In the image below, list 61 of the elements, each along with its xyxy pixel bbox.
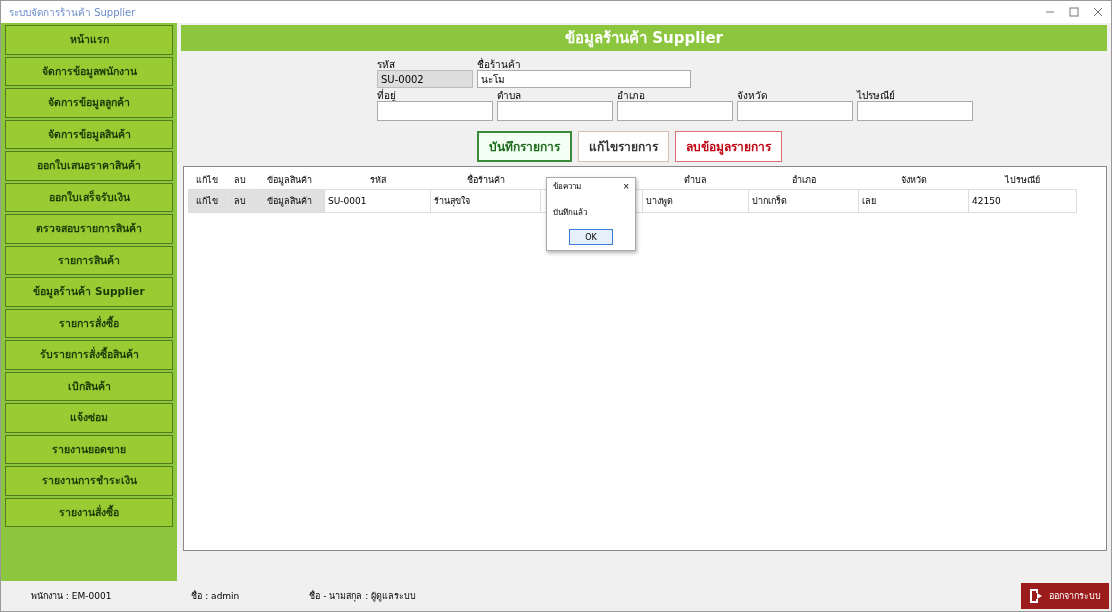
code-field: SU-0002 — [377, 70, 473, 88]
sidebar-item[interactable]: รายการสินค้า — [5, 245, 173, 275]
field-label: ชื่อร้านค้า — [477, 57, 522, 70]
input-field[interactable] — [377, 101, 493, 121]
action-button[interactable]: แก้ไขรายการ — [578, 131, 669, 162]
field-label: จังหวัด — [737, 89, 768, 101]
sidebar-item[interactable]: เบิกสินค้า — [5, 371, 173, 401]
field-label: ตำบล — [497, 89, 522, 101]
sidebar-item[interactable]: รายงานการชำระเงิน — [5, 466, 173, 496]
input-field[interactable]: นะโม — [477, 70, 691, 88]
table-cell: ปากเกร็ด — [748, 189, 859, 213]
maximize-icon[interactable] — [1069, 7, 1079, 17]
logout-button[interactable]: ออกจากระบบ — [1021, 583, 1109, 609]
table-cell: บางพูด — [642, 189, 749, 213]
field-label: รหัส — [377, 58, 396, 70]
input-field[interactable] — [857, 101, 973, 121]
sidebar-item[interactable]: ออกใบเสร็จรับเงิน — [5, 182, 173, 212]
action-button[interactable]: บันทึกรายการ — [477, 131, 572, 162]
sidebar-item[interactable]: รายงานยอดขาย — [5, 434, 173, 464]
table-cell: เลย — [858, 189, 969, 213]
ok-button[interactable]: OK — [569, 229, 613, 245]
field-label: อำเภอ — [617, 89, 646, 101]
page-title: ข้อมูลร้านค้า Supplier — [564, 28, 723, 50]
field-label: ไปรษณีย์ — [857, 89, 896, 101]
dialog-message: บันทึกแล้ว — [553, 207, 587, 219]
sidebar-item[interactable]: ออกใบเสนอราคาสินค้า — [5, 151, 173, 181]
exit-icon — [1029, 588, 1043, 604]
user-name: ชื่อ : admin — [191, 589, 240, 603]
sidebar-item[interactable]: จัดการข้อมูลพนักงาน — [5, 56, 173, 86]
column-header: ไปรษณีย์ — [968, 171, 1077, 190]
employee-id: พนักงาน : EM-0001 — [31, 590, 112, 603]
field-label: ที่อยู่ — [377, 88, 397, 101]
table-cell: SU-0001 — [324, 189, 431, 213]
column-header: ชื่อร้านค้า — [430, 171, 541, 190]
sidebar-item[interactable]: รายงานสั่งซื้อ — [5, 497, 173, 527]
sidebar-item[interactable]: หน้าแรก — [5, 25, 173, 55]
column-header: แก้ไข — [188, 171, 225, 190]
input-field[interactable] — [497, 101, 613, 121]
column-header: จังหวัด — [858, 171, 969, 190]
full-name: ชื่อ - นามสกุล : ผู้ดูแลระบบ — [309, 589, 417, 603]
input-field[interactable] — [617, 101, 733, 121]
column-header: ลบ — [224, 171, 255, 190]
sidebar-item[interactable]: ข้อมูลร้านค้า Supplier — [5, 277, 173, 307]
close-icon[interactable] — [1093, 7, 1103, 17]
sidebar-item[interactable]: รับรายการสั่งซื้อสินค้า — [5, 340, 173, 370]
table-cell: 42150 — [968, 189, 1077, 213]
sidebar-item[interactable]: แจ้งซ่อม — [5, 403, 173, 433]
sidebar-item[interactable]: รายการสั่งซื้อ — [5, 308, 173, 338]
column-header: รหัส — [324, 171, 431, 190]
dialog-title: ข้อความ — [553, 180, 581, 193]
sidebar-item[interactable]: จัดการข้อมูลลูกค้า — [5, 88, 173, 118]
action-button[interactable]: ลบข้อมูลรายการ — [675, 131, 782, 162]
window-title: ระบบจัดการร้านค้า Supplier — [9, 5, 136, 20]
table-cell: ร้านสุขใจ — [430, 189, 541, 213]
input-field[interactable] — [737, 101, 853, 121]
column-header: อำเภอ — [748, 171, 859, 190]
close-button[interactable]: × — [623, 180, 629, 192]
sidebar-item[interactable]: จัดการข้อมูลสินค้า — [5, 119, 173, 149]
column-header: ตำบล — [642, 171, 749, 190]
sidebar-item[interactable]: ตรวจสอบรายการสินค้า — [5, 214, 173, 244]
column-header: ข้อมูลสินค้า — [254, 171, 325, 190]
